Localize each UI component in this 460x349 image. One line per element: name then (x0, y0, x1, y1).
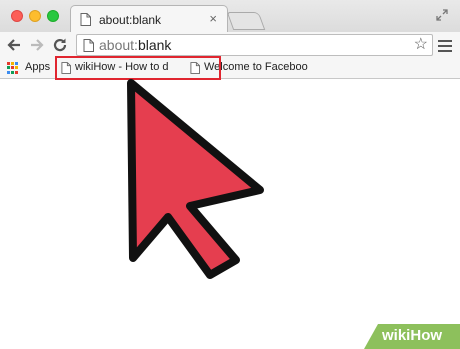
watermark-wiki: wiki (382, 327, 411, 344)
watermark-how: How (410, 327, 443, 344)
mouse-cursor-icon (127, 79, 264, 279)
wikihow-watermark: wikiHow (382, 327, 442, 344)
